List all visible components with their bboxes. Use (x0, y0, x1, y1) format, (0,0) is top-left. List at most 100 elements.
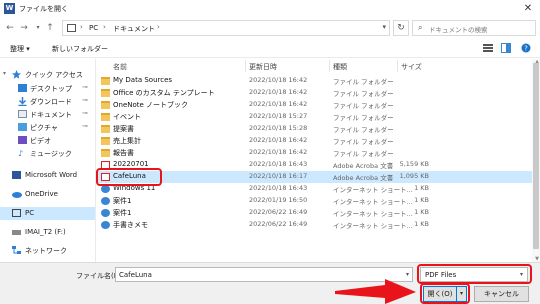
sidebar-item-onedrive[interactable]: OneDrive (0, 188, 95, 201)
desktop-icon (18, 84, 27, 92)
file-type: インターネット ショート... (333, 210, 413, 218)
search-input[interactable]: ⌕ ドキュメントの検索 (412, 20, 536, 36)
file-name: 提案書 (113, 125, 134, 133)
sidebar-item-downloads[interactable]: ダウンロード ⊸ (0, 95, 95, 108)
close-button[interactable]: ✕ (520, 1, 536, 16)
help-icon[interactable]: ? (521, 43, 531, 53)
file-size: 1 KB (414, 184, 429, 192)
file-name: 手書きメモ (113, 221, 148, 229)
title-bar: W ファイルを開く ✕ (0, 0, 540, 17)
table-row[interactable]: Windows 11 2022/10/18 16:43 インターネット ショート..… (97, 183, 540, 195)
column-header-type[interactable]: 種類 (333, 62, 347, 72)
table-row[interactable]: Office のカスタム テンプレート 2022/10/18 16:42 ファイル … (97, 87, 540, 99)
forward-arrow-icon[interactable]: → (18, 21, 30, 35)
chevron-down-icon[interactable]: ▾ (406, 271, 409, 278)
recent-dropdown-icon[interactable]: ▾ (32, 21, 44, 35)
address-box[interactable]: › PC › ドキュメント › ▾ (62, 20, 390, 36)
internet-shortcut-icon (101, 209, 110, 217)
toolbar: 整理 ▾ 新しいフォルダー ? (0, 40, 540, 58)
pin-icon: ⊸ (82, 83, 88, 91)
table-row[interactable]: 売上集計 2022/10/18 16:42 ファイル フォルダー (97, 135, 540, 147)
internet-shortcut-icon (101, 221, 110, 229)
cancel-button[interactable]: キャンセル (474, 286, 529, 302)
column-header-name[interactable]: 名前 (113, 62, 127, 72)
sidebar-item-pc[interactable]: PC (0, 207, 95, 220)
sidebar-item-documents[interactable]: ドキュメント ⊸ (0, 108, 95, 121)
sidebar-label: デスクトップ (30, 85, 72, 93)
table-row[interactable]: CafeLuna 2022/10/18 16:17 Adobe Acroba 文書 1… (97, 171, 540, 183)
sidebar-item-microsoft-word[interactable]: Microsoft Word (0, 169, 95, 182)
file-type: インターネット ショート... (333, 222, 413, 230)
cloud-icon (12, 190, 22, 198)
table-row[interactable]: 案件1 2022/01/19 16:50 インターネット ショート... 1 KB (97, 195, 540, 207)
scrollbar-thumb[interactable] (533, 63, 539, 249)
back-arrow-icon[interactable]: ← (4, 21, 16, 35)
file-date: 2022/10/18 16:42 (249, 100, 308, 108)
refresh-button[interactable]: ↻ (393, 20, 409, 36)
pictures-icon (18, 123, 27, 131)
sidebar-item-network[interactable]: ネットワーク (0, 244, 95, 257)
column-header-date[interactable]: 更新日時 (249, 62, 277, 72)
chevron-down-icon[interactable]: ▾ (382, 23, 386, 31)
file-name: 案件1 (113, 197, 132, 205)
svg-text:?: ? (524, 45, 528, 53)
sidebar-item-pictures[interactable]: ピクチャ ⊸ (0, 121, 95, 134)
word-app-icon: W (4, 3, 15, 14)
new-folder-button[interactable]: 新しいフォルダー (52, 44, 108, 54)
pin-icon: ⊸ (82, 122, 88, 130)
table-row[interactable]: 報告書 2022/10/18 16:42 ファイル フォルダー (97, 147, 540, 159)
sidebar-label: Microsoft Word (25, 171, 78, 179)
file-date: 2022/10/18 16:42 (249, 88, 308, 96)
drive-icon (12, 230, 21, 235)
table-row[interactable]: イベント 2022/10/18 15:27 ファイル フォルダー (97, 111, 540, 123)
file-date: 2022/10/18 15:27 (249, 112, 308, 120)
sidebar-item-quick-access[interactable]: ▾ クイック アクセス (0, 68, 95, 81)
file-type: ファイル フォルダー (333, 90, 394, 98)
table-row[interactable]: 提案書 2022/10/18 15:28 ファイル フォルダー (97, 123, 540, 135)
documents-icon (18, 110, 27, 118)
navigation-pane: ▾ クイック アクセス デスクトップ ⊸ ダウンロード ⊸ ドキュメント ⊸ ピ… (0, 59, 96, 262)
highlight-filetype (417, 264, 532, 284)
breadcrumb-documents[interactable]: ドキュメント (113, 24, 155, 34)
sidebar-label: ダウンロード (30, 98, 72, 106)
table-row[interactable]: 案件1 2022/06/22 16:49 インターネット ショート... 1 KB (97, 207, 540, 219)
file-date: 2022/10/18 16:43 (249, 160, 308, 168)
chevron-down-icon[interactable]: ▾ (3, 70, 6, 77)
file-size: 5,159 KB (399, 160, 429, 168)
internet-shortcut-icon (101, 185, 110, 193)
table-row[interactable]: My Data Sources 2022/10/18 16:42 ファイル フォルダ… (97, 75, 540, 87)
table-row[interactable]: 20220701 2022/10/18 16:43 Adobe Acroba 文書 5… (97, 159, 540, 171)
table-row[interactable]: 手書きメモ 2022/06/22 16:49 インターネット ショート... 1 KB (97, 219, 540, 231)
file-size: 1 KB (414, 196, 429, 204)
search-icon: ⌕ (418, 23, 423, 32)
sidebar-item-drive[interactable]: IMAI_T2 (F:) (0, 226, 95, 239)
file-size: 1,095 KB (399, 172, 429, 180)
column-divider[interactable] (397, 60, 398, 72)
star-icon (12, 70, 21, 79)
filename-input[interactable]: CafeLuna ▾ (115, 267, 413, 282)
file-date: 2022/10/18 16:42 (249, 148, 308, 156)
file-date: 2022/06/22 16:49 (249, 208, 308, 216)
file-type: ファイル フォルダー (333, 150, 394, 158)
breadcrumb-pc[interactable]: PC (89, 24, 98, 32)
file-type: Adobe Acroba 文書 (333, 174, 394, 182)
folder-icon (101, 113, 110, 121)
file-size: 1 KB (414, 220, 429, 228)
preview-pane-icon[interactable] (501, 43, 511, 53)
internet-shortcut-icon (101, 197, 110, 205)
video-icon (18, 136, 27, 144)
file-type: ファイル フォルダー (333, 138, 394, 146)
pc-icon (67, 24, 76, 32)
table-row[interactable]: OneNote ノートブック 2022/10/18 16:42 ファイル フォルダー (97, 99, 540, 111)
up-arrow-icon[interactable]: ↑ (44, 21, 56, 35)
highlight-selected-file (96, 168, 162, 186)
sidebar-item-desktop[interactable]: デスクトップ ⊸ (0, 82, 95, 95)
sidebar-item-music[interactable]: ♪ ミュージック (0, 147, 95, 160)
sidebar-item-videos[interactable]: ビデオ (0, 134, 95, 147)
column-divider[interactable] (329, 60, 330, 72)
scrollbar[interactable]: ▲ ▼ (532, 59, 540, 262)
column-divider[interactable] (245, 60, 246, 72)
column-header-size[interactable]: サイズ (401, 62, 422, 72)
view-options-icon[interactable] (483, 43, 493, 53)
organize-button[interactable]: 整理 ▾ (10, 44, 30, 54)
